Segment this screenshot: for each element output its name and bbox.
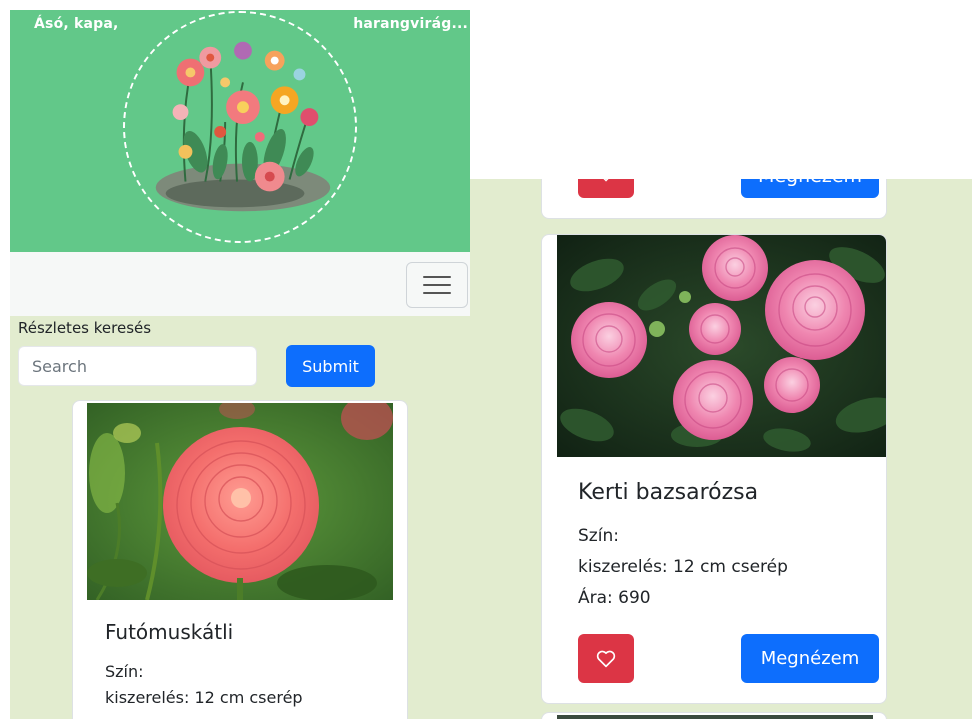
previous-product-card: Megnézem [541,179,887,219]
site-header: Ásó, kapa, harangvirág... [10,10,470,252]
advanced-search-label: Részletes keresés [18,319,152,337]
view-button[interactable]: Megnézem [741,179,879,198]
navbar [10,252,470,316]
product-title[interactable]: Futómuskátli [105,620,233,644]
product-title[interactable]: Kerti bazsarózsa [578,480,758,505]
tagline-right: harangvirág... [353,16,468,32]
submit-button[interactable]: Submit [286,345,375,387]
hamburger-menu-icon[interactable] [406,262,468,308]
roses-photo-icon [557,235,886,457]
hamburger-bar [423,292,451,294]
right-mobile-view: Megnézem [470,179,972,719]
flower-garden-illustration [126,13,354,241]
flower-garden-logo[interactable] [123,11,357,243]
product-image [87,403,393,600]
search-input[interactable] [18,346,257,386]
heart-icon [596,650,616,667]
tagline-left: Ásó, kapa, [34,16,119,32]
hamburger-bar [423,276,451,278]
product-card: Futómuskátli Szín: kiszerelés: 12 cm cse… [72,400,408,719]
product-color-label: Szín: [578,526,619,546]
product-color-label: Szín: [105,662,144,681]
favorite-button[interactable] [578,634,634,683]
screenshot-stage: Ásó, kapa, harangvirág... Részletes kere… [0,0,972,719]
hamburger-bar [423,284,451,286]
favorite-button[interactable] [578,179,634,198]
next-product-card [541,712,887,719]
product-packaging: kiszerelés: 12 cm cserép [105,688,303,707]
next-product-image [557,715,873,719]
product-packaging: kiszerelés: 12 cm cserép [578,557,788,577]
left-mobile-view: Ásó, kapa, harangvirág... Részletes kere… [10,10,470,719]
product-price: Ára: 690 [578,588,651,608]
product-card: Kerti bazsarózsa Szín: kiszerelés: 12 cm… [541,234,887,704]
heart-icon [603,179,609,182]
dahlia-photo-icon [87,403,393,600]
view-button[interactable]: Megnézem [741,634,879,683]
product-image [557,235,886,457]
